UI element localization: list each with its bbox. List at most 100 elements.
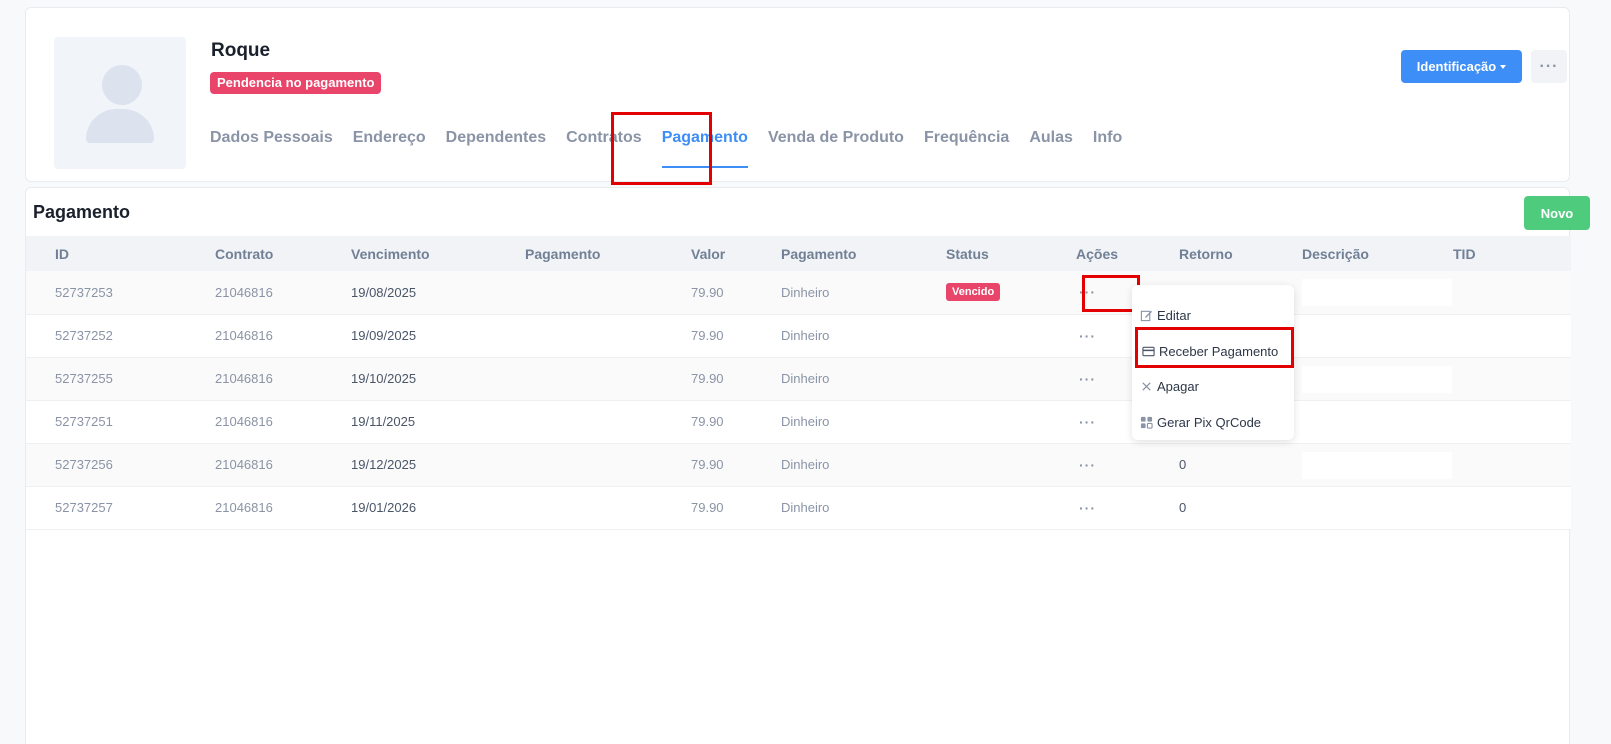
cell-value: 79.90 [691, 457, 724, 472]
col-contract: Contrato [215, 245, 274, 262]
row-actions-button[interactable]: ··· [1079, 284, 1096, 300]
cell-description [1302, 314, 1453, 357]
caret-down-icon [1500, 64, 1507, 69]
cell-description [1302, 443, 1453, 486]
more-options-button[interactable]: ··· [1531, 50, 1567, 83]
tab-bar: Dados Pessoais Endereço Dependentes Cont… [210, 128, 1142, 168]
cell-return: 0 [1179, 500, 1187, 515]
cell-description [1302, 400, 1453, 443]
cell-return: 0 [1179, 457, 1187, 472]
cell-due: 19/01/2026 [351, 500, 417, 515]
cell-paid [525, 271, 691, 314]
payment-card: Pagamento Novo ID Contrato Vencimento Pa… [25, 187, 1590, 744]
cell-method: Dinheiro [781, 371, 830, 386]
cell-paid [525, 314, 691, 357]
cell-tid [1453, 400, 1571, 443]
tab-aulas[interactable]: Aulas [1029, 128, 1073, 168]
table-header: ID Contrato Vencimento Pagamento Valor P… [26, 236, 1571, 271]
cell-contract: 21046816 [215, 414, 273, 429]
cell-value: 79.90 [691, 371, 724, 386]
tab-contratos[interactable]: Contratos [566, 128, 642, 168]
table-row: 52737252 21046816 19/09/2025 79.90 Dinhe… [26, 314, 1571, 357]
payments-table: ID Contrato Vencimento Pagamento Valor P… [26, 236, 1571, 530]
menu-item-delete[interactable]: Apagar [1140, 379, 1199, 394]
cell-paid [525, 357, 691, 400]
description-field [1302, 279, 1452, 306]
tab-dependentes[interactable]: Dependentes [446, 128, 546, 168]
status-badge: Pendencia no pagamento [210, 72, 382, 94]
avatar-body [86, 109, 154, 143]
col-paid-date: Pagamento [525, 245, 601, 262]
avatar-head [102, 65, 142, 105]
menu-item-label: Editar [1157, 308, 1191, 323]
col-actions: Ações [1076, 245, 1119, 262]
menu-item-label: Gerar Pix QrCode [1157, 415, 1262, 430]
cell-value: 79.90 [691, 284, 724, 300]
row-actions-button[interactable]: ··· [1079, 457, 1096, 473]
menu-item-receive-payment[interactable]: Receber Pagamento [1142, 344, 1278, 359]
cell-value: 79.90 [691, 328, 724, 343]
cell-status [946, 400, 1076, 443]
cell-method: Dinheiro [781, 414, 830, 429]
table-row: 52737251 21046816 19/11/2025 79.90 Dinhe… [26, 400, 1571, 443]
cell-paid [525, 486, 691, 529]
cell-tid [1453, 443, 1571, 486]
cell-id: 52737255 [55, 371, 113, 386]
cell-contract: 21046816 [215, 457, 273, 472]
cell-description [1302, 271, 1453, 314]
cell-value: 79.90 [691, 500, 724, 515]
cell-status: Vencido [946, 271, 1076, 314]
row-actions-menu: Editar Receber Pagamento Apagar Gerar Pi… [1132, 285, 1294, 440]
cell-contract: 21046816 [215, 328, 273, 343]
cell-method: Dinheiro [781, 284, 830, 300]
identification-label: Identificação [1416, 59, 1497, 74]
menu-item-label: Apagar [1157, 379, 1199, 394]
menu-item-pix-qrcode[interactable]: Gerar Pix QrCode [1140, 415, 1261, 430]
cell-status [946, 443, 1076, 486]
col-method: Pagamento [781, 245, 857, 262]
description-field [1302, 365, 1452, 393]
tab-pagamento[interactable]: Pagamento [661, 128, 749, 168]
col-value: Valor [691, 245, 726, 262]
cell-id: 52737253 [55, 284, 113, 300]
row-actions-button[interactable]: ··· [1079, 414, 1096, 430]
menu-item-edit[interactable]: Editar [1140, 308, 1191, 323]
col-tid: TID [1453, 245, 1476, 262]
table-row: 52737256 21046816 19/12/2025 79.90 Dinhe… [26, 443, 1571, 486]
cell-tid [1453, 357, 1571, 400]
tab-endereco[interactable]: Endereço [353, 128, 426, 168]
row-actions-button[interactable]: ··· [1079, 328, 1096, 344]
table-row: 52737255 21046816 19/10/2025 79.90 Dinhe… [26, 357, 1571, 400]
col-id: ID [55, 245, 69, 262]
qrcode-icon [1140, 416, 1153, 429]
new-payment-button[interactable]: Novo [1524, 196, 1590, 230]
cell-paid [525, 443, 691, 486]
cell-actions: ··· [1076, 486, 1179, 529]
row-actions-button[interactable]: ··· [1079, 371, 1096, 387]
cell-contract: 21046816 [215, 371, 273, 386]
cell-due: 19/11/2025 [351, 414, 416, 429]
cell-method: Dinheiro [781, 328, 830, 343]
cell-due: 19/08/2025 [351, 284, 417, 300]
cell-actions: ··· [1076, 443, 1179, 486]
status-badge-vencido: Vencido [946, 283, 1001, 302]
col-description: Descrição [1302, 245, 1369, 262]
cell-due: 19/12/2025 [351, 457, 417, 472]
cell-status [946, 486, 1076, 529]
tab-dados-pessoais[interactable]: Dados Pessoais [210, 128, 333, 168]
tab-venda-produto[interactable]: Venda de Produto [768, 128, 904, 168]
row-actions-button[interactable]: ··· [1079, 500, 1096, 516]
profile-card: Roque Pendencia no pagamento Dados Pesso… [25, 7, 1570, 182]
cell-contract: 21046816 [215, 500, 273, 515]
identification-button[interactable]: Identificação [1401, 50, 1522, 83]
cell-id: 52737257 [55, 500, 113, 515]
cell-status [946, 314, 1076, 357]
table-row: 52737253 21046816 19/08/2025 79.90 Dinhe… [26, 271, 1571, 314]
tab-info[interactable]: Info [1093, 128, 1122, 168]
tab-frequencia[interactable]: Frequência [924, 128, 1009, 168]
cell-tid [1453, 314, 1571, 357]
cell-contract: 21046816 [215, 284, 273, 300]
cell-method: Dinheiro [781, 457, 830, 472]
menu-item-label: Receber Pagamento [1159, 344, 1279, 359]
cell-id: 52737256 [55, 457, 113, 472]
